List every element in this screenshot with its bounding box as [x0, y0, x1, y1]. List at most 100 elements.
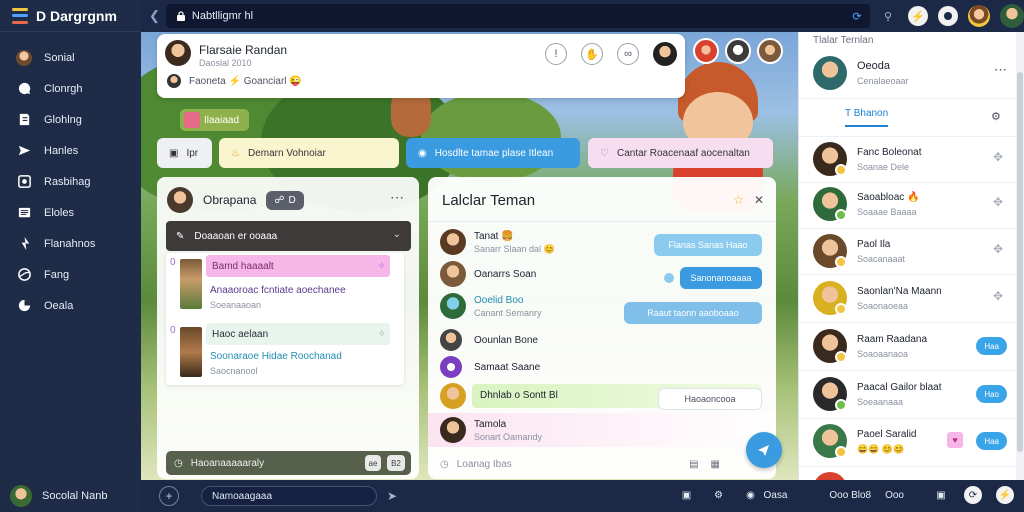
address-bar[interactable]: Nabtlligmr hl ⟳	[165, 4, 870, 28]
refresh-icon[interactable]: ⟳	[964, 486, 982, 504]
add-icon[interactable]: +	[159, 486, 179, 506]
gear-icon[interactable]: ⚙	[709, 486, 727, 504]
star-icon[interactable]: ✧	[378, 329, 386, 340]
avatar[interactable]	[165, 40, 191, 66]
bolt-icon[interactable]: ⚡	[996, 486, 1014, 504]
pill-label: Cantar Roacenaaf aocenaltan	[616, 147, 750, 159]
move-icon[interactable]: ✥	[993, 195, 1003, 209]
friend-item[interactable]: Fanc Boleonat Soanae Dele ✥	[813, 140, 1009, 180]
friend-chip[interactable]: Haa	[976, 337, 1007, 355]
heart-icon[interactable]: ♥	[947, 432, 963, 448]
friend-item[interactable]: Saoabloac 🔥 Soaaae Baaaa ✥	[813, 185, 1009, 225]
refresh-icon[interactable]: ⟳	[848, 7, 866, 25]
bolt-icon[interactable]: ⚡	[908, 6, 928, 26]
friend-item[interactable]: Paol Ila Soacanaaat ✥	[813, 232, 1009, 272]
profile-name: Flarsaie Randan	[199, 43, 288, 57]
move-icon[interactable]: ✥	[993, 150, 1003, 164]
sidebar-item-label: Flanahnos	[44, 237, 96, 250]
self-sub: Cenalaeoaar	[857, 76, 909, 86]
friend-sub: 😀😀 😊😊	[857, 444, 905, 454]
sidebar-item-oeala[interactable]: Oeala	[0, 290, 141, 321]
send-fab-button[interactable]	[746, 432, 782, 468]
status-dot	[835, 256, 847, 268]
attach-icon[interactable]: ▤	[689, 459, 698, 470]
avatar	[440, 329, 462, 351]
list-item[interactable]: 0 Haoc aelaan ✧ Soonaraoe Hidae Roochana…	[166, 321, 404, 383]
sidebar-item-flanahnos[interactable]: Flanahnos	[0, 228, 141, 259]
avatar[interactable]	[167, 187, 193, 213]
friend-chip[interactable]: Hao	[976, 385, 1007, 403]
friend-item[interactable]	[813, 470, 1009, 480]
friend-item[interactable]: Saonlan'Na Maann Soaonaoeaa ✥	[813, 279, 1009, 319]
avatar	[440, 261, 466, 287]
image-icon[interactable]: ▦	[711, 459, 720, 470]
sidebar-item-hanles[interactable]: Hanles	[0, 135, 141, 166]
tag-chip[interactable]: Ilaaiaad	[180, 109, 250, 131]
more-icon[interactable]: ⋯	[994, 62, 1007, 78]
sidebar-item-clonrgh[interactable]: Clonrgh	[0, 73, 141, 104]
chat-input[interactable]: ◷ Loanag Ibas ▤ ▦	[440, 455, 760, 473]
link-icon[interactable]: ∞	[617, 43, 639, 65]
friend-chip[interactable]: Haa	[976, 432, 1007, 450]
footer-button[interactable]: B2	[387, 455, 405, 471]
search-icon[interactable]: ⚲	[878, 6, 898, 26]
calendar-icon: ▣	[169, 147, 179, 159]
avatar[interactable]	[725, 38, 751, 64]
tab-friends[interactable]: T Bhanon	[845, 108, 889, 127]
sidebar-user[interactable]: Socolal Nanb	[0, 480, 141, 512]
chat-message[interactable]: Samaat Saane	[440, 354, 770, 384]
chat-message[interactable]: Oounlan Bone	[440, 327, 770, 357]
close-icon[interactable]: ✕	[754, 193, 764, 207]
chat-bubble[interactable]: Haoaoncooa	[658, 388, 762, 410]
message-input[interactable]: Namoaagaaa	[201, 486, 377, 506]
pill-calendar[interactable]: ▣ Ipr	[157, 138, 212, 168]
sidebar-item-glohlng[interactable]: Glohlng	[0, 104, 141, 135]
friend-item[interactable]: Paacal Gailor blaat Soeaanaaa Hao	[813, 375, 1009, 415]
record-icon[interactable]	[938, 6, 958, 26]
sidebar-item-rasbihag[interactable]: Rasbihag	[0, 166, 141, 197]
hand-icon[interactable]: ✋	[581, 43, 603, 65]
move-icon[interactable]: ✥	[993, 289, 1003, 303]
avatar[interactable]	[653, 42, 677, 66]
profile-subtitle: Daoslal 2010	[199, 58, 252, 68]
pill-location[interactable]: ◉ Hosdlte tamae plase Itlean	[406, 138, 580, 168]
status-group[interactable]: ◉ Oasa	[741, 486, 787, 504]
move-icon[interactable]: ✥	[993, 242, 1003, 256]
floating-avatars	[693, 38, 783, 64]
group-badge[interactable]: ☍ D	[266, 190, 304, 210]
pill-flame[interactable]: ♨ Demarn Vohnoiar	[219, 138, 399, 168]
chat-input-placeholder: Loanag Ibas	[456, 458, 512, 470]
chat-bubble[interactable]: Flanas Sanas Haao	[654, 234, 762, 256]
window-icon[interactable]: ▣	[932, 486, 950, 504]
sidebar-item-eloles[interactable]: Eloles	[0, 197, 141, 228]
scrollbar-thumb[interactable]	[1017, 72, 1023, 452]
list-item[interactable]: 0 Bamd haaaalt ✧ Anaaoroac fcntiate aoec…	[166, 253, 404, 319]
chat-bubble[interactable]: Raaut taonn aaoboaao	[624, 302, 762, 324]
footer-button[interactable]: ae	[365, 455, 381, 471]
avatar[interactable]	[968, 5, 990, 27]
avatar[interactable]	[693, 38, 719, 64]
avatar[interactable]	[757, 38, 783, 64]
sidebar-item-fang[interactable]: Fang	[0, 259, 141, 290]
more-icon[interactable]: ⋯	[390, 189, 405, 206]
star-icon[interactable]: ☆	[733, 193, 744, 207]
settings-icon[interactable]: ⚙	[991, 110, 1001, 123]
brand[interactable]: D Dargrgnm	[0, 0, 141, 32]
friends-self[interactable]: Oeoda Cenalaeoaar ⋯	[813, 54, 1009, 94]
chevron-down-icon[interactable]: ⌄	[393, 229, 401, 240]
send-icon[interactable]: ➤	[387, 489, 397, 503]
avatar	[813, 56, 847, 90]
star-icon[interactable]: ✧	[378, 261, 386, 272]
chat-message[interactable]: Tamola Sonart Oamandy	[440, 415, 770, 445]
info-icon[interactable]: !	[545, 43, 567, 65]
friend-item[interactable]: Raam Raadana Soaoaanaoa Haa	[813, 327, 1009, 367]
chevron-left-icon[interactable]: ❮	[149, 8, 160, 24]
camera-icon[interactable]: ▣	[677, 486, 695, 504]
group-filter-row[interactable]: ✎ Doaaoan er ooaaa ⌄	[166, 221, 411, 251]
friend-item[interactable]: Paoel Saralid 😀😀 😊😊 ♥ Haa	[813, 422, 1009, 462]
sidebar-item-sonial[interactable]: Sonial	[0, 42, 141, 73]
chat-bubble[interactable]: Sanonanoaaaa	[680, 267, 762, 289]
scrollbar[interactable]	[1016, 32, 1024, 480]
pill-heart[interactable]: ♡ Cantar Roacenaaf aocenaltan	[588, 138, 773, 168]
avatar[interactable]	[1000, 4, 1024, 28]
